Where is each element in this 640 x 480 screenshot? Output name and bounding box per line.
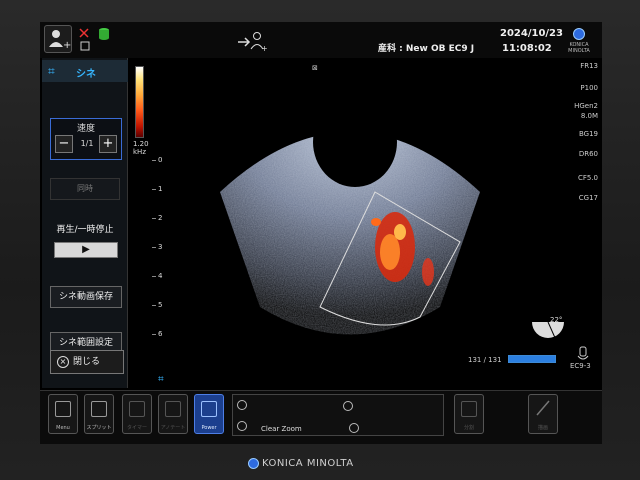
tab-cine-label: シネ (76, 69, 96, 80)
bezel-logo-icon (248, 458, 259, 469)
depth-tick (152, 276, 156, 277)
imaging-parameter: DR60 (578, 150, 598, 158)
draw-button[interactable]: 描画 (528, 394, 558, 434)
imaging-parameter: CG17 (578, 194, 598, 202)
ultrasound-screen: + + 産科 : New OB EC9 J 2024/10/23 11:08:0 (40, 22, 602, 444)
speed-control: 速度 − 1/1 + (50, 118, 122, 160)
exam-time: 11:08:02 (502, 43, 552, 54)
speed-title: 速度 (76, 124, 95, 134)
speed-value: 1/1 (80, 139, 94, 148)
close-button[interactable]: × 閉じる (50, 350, 124, 374)
draw-label: 描画 (537, 425, 548, 431)
angle-value: 22° (550, 316, 563, 324)
split-button[interactable]: スプリット (84, 394, 114, 434)
annotate-icon (165, 401, 181, 417)
annotate-button[interactable]: アノテート (158, 394, 188, 434)
imaging-parameter: CF5.0 (577, 174, 598, 182)
depth-tick (152, 247, 156, 248)
depth-tick (152, 218, 156, 219)
timer-label: タイマー (126, 425, 147, 431)
ultrasound-image (220, 97, 480, 335)
imaging-parameter: HGen2 (574, 102, 598, 110)
sync-button[interactable]: 同時 (50, 178, 120, 200)
depth-mark: 6 (158, 330, 163, 338)
clear-zoom-label[interactable]: Clear Zoom (261, 425, 302, 433)
depth-tick (152, 334, 156, 335)
top-bar: + + 産科 : New OB EC9 J 2024/10/23 11:08:0 (40, 22, 602, 58)
pen-icon (536, 400, 550, 416)
cine-icon: ⌗ (48, 64, 55, 78)
database-icon (98, 26, 110, 45)
menu-icon (55, 401, 71, 417)
close-label: 閉じる (73, 357, 101, 367)
svg-text:+: + (261, 44, 268, 52)
depth-mark: 2 (158, 214, 163, 222)
exam-date: 2024/10/23 (500, 28, 563, 39)
power-button[interactable]: Power (194, 394, 224, 434)
brand-logo-icon (573, 28, 585, 40)
color-scale-value: 1.20 (133, 140, 149, 148)
orientation-marker: ⊠ (312, 64, 318, 72)
depth-knob-icon[interactable] (237, 421, 247, 431)
imaging-parameter: BG19 (578, 130, 598, 138)
svg-text:+: + (63, 40, 71, 51)
split-label: スプリット (86, 425, 112, 431)
save-cine-button[interactable]: シネ動画保存 (50, 286, 122, 308)
focus-knob-icon[interactable] (349, 423, 359, 433)
depth-mark: 4 (158, 272, 163, 280)
power-label: Power (201, 425, 217, 431)
depth-tick (152, 160, 156, 161)
depth-mark: 3 (158, 243, 163, 251)
tab-cine[interactable]: ⌗ シネ (42, 60, 128, 82)
layout-label: 分割 (463, 425, 474, 431)
bottom-toolbar: Menu スプリット タイマー アノテート Power Clear Zoom 分… (40, 390, 602, 444)
probe-label: EC9-3 (570, 362, 591, 370)
speed-increase-button[interactable]: + (99, 135, 117, 153)
imaging-parameter: 8.0M (580, 112, 598, 120)
menu-button[interactable]: Menu (48, 394, 78, 434)
annotate-label: アノテート (160, 425, 186, 431)
close-icon: × (57, 356, 69, 368)
speed-decrease-button[interactable]: − (55, 135, 73, 153)
brand-logo-text: KONICA MINOLTA (568, 42, 590, 54)
menu-label: Menu (56, 425, 70, 431)
depth-mark: 5 (158, 301, 163, 309)
depth-tick (152, 189, 156, 190)
timer-button[interactable]: タイマー (122, 394, 152, 434)
brand-logo: KONICA MINOLTA (562, 28, 596, 54)
cine-status-icon: ⌗ (158, 374, 164, 385)
network-status-icon (78, 26, 92, 58)
layout-icon (461, 401, 477, 417)
frame-counter: 131 / 131 (468, 356, 502, 364)
play-button[interactable]: ▶ (54, 242, 118, 258)
color-scale-unit: kHz (133, 148, 146, 156)
depth-mark: 0 (158, 156, 163, 164)
zoom-knob-icon[interactable] (237, 400, 247, 410)
color-scale-label: 1.20 kHz (133, 140, 149, 156)
split-icon (91, 401, 107, 417)
depth-tick (152, 305, 156, 306)
cine-panel: ⌗ シネ 速度 − 1/1 + 同時 再生/一時停止 ▶ シネ動画保存 シネ範囲… (42, 58, 128, 388)
bezel-brand: KONICA MINOLTA (262, 458, 354, 469)
exam-info: 産科 : New OB EC9 J (378, 44, 475, 54)
play-pause-label: 再生/一時停止 (56, 225, 114, 235)
imaging-parameter: FR13 (580, 62, 598, 70)
frame-slider-fill (509, 356, 555, 362)
gain-knob-icon[interactable] (343, 401, 353, 411)
frame-slider[interactable] (508, 355, 556, 363)
depth-mark: 1 (158, 185, 163, 193)
patient-add-icon: + (49, 30, 71, 51)
patient-transfer-icon[interactable]: + (236, 30, 270, 56)
zoom-panel: Clear Zoom (232, 394, 444, 436)
layout-button[interactable]: 分割 (454, 394, 484, 434)
timer-icon (129, 401, 145, 417)
power-icon (201, 401, 217, 417)
imaging-parameter: P100 (580, 84, 598, 92)
probe-icon (577, 346, 589, 360)
color-doppler-scale (135, 66, 144, 138)
patient-button[interactable]: + (44, 25, 72, 53)
